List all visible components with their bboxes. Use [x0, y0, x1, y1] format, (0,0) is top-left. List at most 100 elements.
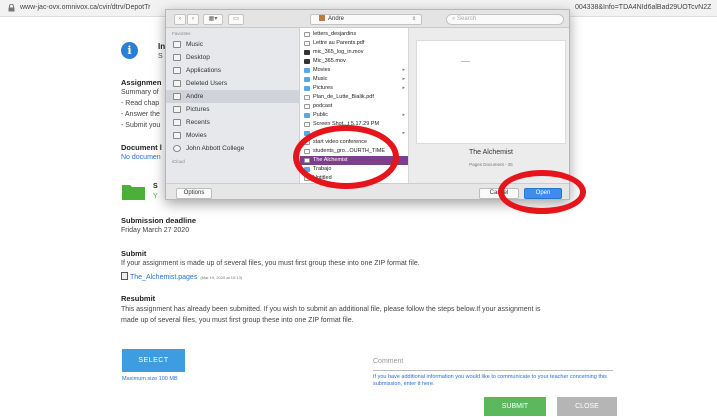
sidebar-item-movies[interactable]: Movies [166, 129, 300, 142]
file-row[interactable]: Trabajo [300, 165, 408, 174]
submit-button[interactable]: SUBMIT [484, 397, 546, 416]
close-button[interactable]: CLOSE [557, 397, 617, 416]
folder-icon [122, 185, 145, 200]
info-icon: i [121, 42, 138, 59]
select-button[interactable]: SELECT [122, 349, 185, 372]
sidebar-item-desktop[interactable]: Desktop [166, 51, 300, 64]
file-row[interactable]: podcast [300, 102, 408, 111]
file-icon [304, 122, 310, 127]
chevron-updown-icon: ⇕ [411, 16, 416, 22]
home-icon [319, 15, 325, 21]
file-row-label: letters_desjardins [313, 31, 357, 37]
sidebar-item-label: Music [186, 41, 203, 48]
file-row[interactable]: Mic_365.mov [300, 57, 408, 66]
folder-toolbar-icon: ▭ [233, 16, 239, 22]
chevron-right-icon: ▸ [402, 130, 405, 136]
open-file-dialog: ‹ › ▦▾ ▭ Andre ⇕ ⌕ Search Favorites Musi… [165, 9, 570, 200]
url-text[interactable]: www-jac-ovx.omnivox.ca/cvir/dtrv/DepotTr [20, 4, 150, 11]
file-icon [304, 140, 310, 145]
home-icon [173, 93, 181, 100]
assignment-title: Assignmen [121, 78, 162, 87]
file-name[interactable]: The_Alchemist.pages [130, 274, 197, 281]
comment-input[interactable] [373, 353, 613, 371]
forward-button[interactable]: › [187, 14, 199, 25]
sidebar-item-music[interactable]: Music [166, 38, 300, 51]
chevron-right-icon: ▸ [402, 85, 405, 91]
file-row[interactable]: letters_desjardins [300, 30, 408, 39]
sidebar-item-label: Movies [186, 132, 207, 139]
url-text-tail[interactable]: 004338&Info=TDA4NId6alBad29UOTcvN2Z [575, 4, 711, 11]
comment-hint: If you have additional information you w… [373, 374, 607, 387]
file-icon [304, 95, 310, 100]
music-icon [173, 41, 181, 48]
applications-icon [173, 67, 181, 74]
folder-icon [304, 86, 310, 91]
sidebar-item-andre[interactable]: Andre [166, 90, 300, 103]
sidebar-item-applications[interactable]: Applications [166, 64, 300, 77]
file-row[interactable]: Plan_de_Lutte_Bialik.pdf [300, 93, 408, 102]
submit-title: Submit [121, 249, 147, 258]
file-row[interactable]: Music ▸ [300, 75, 408, 84]
back-button[interactable]: ‹ [174, 14, 186, 25]
cancel-button[interactable]: Cancel [479, 188, 519, 199]
file-row-label: Pictures [313, 85, 333, 91]
file-icon [304, 59, 310, 64]
location-popup[interactable]: Andre ⇕ [310, 14, 422, 25]
file-meta: (Mar 19, 2020 at 10:13) [200, 275, 243, 280]
new-folder-button[interactable]: ▭ [228, 14, 244, 25]
file-icon [304, 149, 310, 154]
dialog-sidebar: Favorites Music Desktop Applications Del… [166, 28, 300, 183]
chevron-right-icon: ▸ [402, 67, 405, 73]
file-icon [304, 41, 310, 46]
folder-icon [304, 167, 310, 172]
options-button[interactable]: Options [176, 188, 212, 199]
search-input[interactable]: ⌕ Search [446, 14, 564, 25]
file-list: letters_desjardins Lettre au Parents.pdf m… [300, 28, 409, 183]
file-row-label: Plan_de_Lutte_Bialik.pdf [313, 94, 374, 100]
resubmit-text: made up of several files, you must first… [121, 317, 354, 324]
max-size-note: Maximum size 100 MB [122, 376, 178, 382]
sidebar-item-pictures[interactable]: Pictures [166, 103, 300, 116]
sidebar-item-deleted-users[interactable]: Deleted Users [166, 77, 300, 90]
sidebar-item-label: Applications [186, 67, 222, 74]
open-button[interactable]: Open [524, 188, 562, 199]
file-row-label: mic_365_log_in.mov [313, 49, 364, 55]
folder-icon [304, 113, 310, 118]
file-row[interactable]: Screen Shot...t 5.17.29 PM [300, 120, 408, 129]
file-row-label: Movies [313, 67, 331, 73]
file-icon [304, 32, 310, 37]
file-row[interactable]: Movies ▸ [300, 66, 408, 75]
file-icon [304, 50, 310, 55]
view-mode-button[interactable]: ▦▾ [203, 14, 223, 25]
file-icon [304, 176, 310, 181]
file-row[interactable]: start video conference [300, 138, 408, 147]
search-placeholder: Search [457, 16, 477, 22]
network-icon [173, 145, 181, 152]
file-row-label: Music [313, 76, 328, 82]
file-row[interactable]: mic_365_log_in.mov [300, 48, 408, 57]
sidebar-heading-icloud: iCloud [172, 159, 185, 164]
folder-icon [173, 80, 181, 87]
chevron-right-icon: ▸ [402, 76, 405, 82]
file-row-label: students_gro...OURTH_TIME [313, 148, 386, 154]
movies-icon [173, 132, 181, 139]
sidebar-item-recents[interactable]: Recents [166, 116, 300, 129]
document-link[interactable]: No documen [121, 154, 161, 161]
folder-sub: Y [153, 193, 158, 200]
resubmit-text: This assignment has already been submitt… [121, 306, 541, 313]
sidebar-item-john-abbott[interactable]: John Abbott College [166, 142, 300, 155]
file-row[interactable]: Untitled [300, 174, 408, 183]
file-icon [304, 104, 310, 109]
file-row[interactable]: Public ▸ [300, 111, 408, 120]
file-row-label: Mic_365.mov [313, 58, 346, 64]
submitted-file[interactable]: The_Alchemist.pages (Mar 19, 2020 at 10:1… [121, 272, 242, 281]
file-icon [121, 272, 128, 280]
file-row-label: Untitled [313, 175, 332, 181]
file-row[interactable]: ▸ [300, 129, 408, 138]
file-row[interactable]: students_gro...OURTH_TIME [300, 147, 408, 156]
file-row[interactable]: Lettre au Parents.pdf [300, 39, 408, 48]
sidebar-item-label: Recents [186, 119, 210, 126]
file-row[interactable]: Pictures ▸ [300, 84, 408, 93]
file-row-label: Public [313, 112, 328, 118]
file-row-selected[interactable]: The Alchemist [300, 156, 408, 165]
